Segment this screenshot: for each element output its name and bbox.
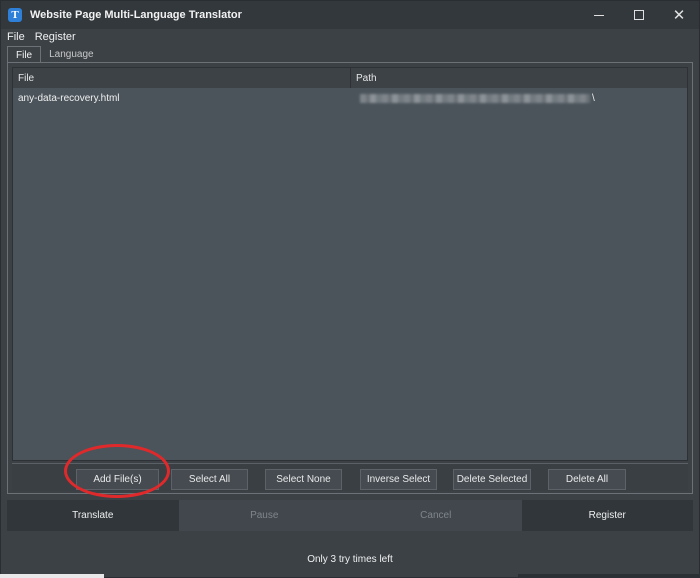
taskbar-fragment-right — [518, 574, 700, 578]
redacted-path — [360, 93, 590, 103]
pause-button[interactable]: Pause — [178, 500, 350, 531]
bottom-control-bar: Translate Pause Cancel Register — [7, 500, 693, 531]
select-none-button[interactable]: Select None — [265, 469, 342, 490]
status-text: Only 3 try times left — [307, 554, 393, 565]
add-files-button[interactable]: Add File(s) — [76, 469, 159, 490]
delete-selected-button[interactable]: Delete Selected — [453, 469, 531, 490]
column-header-path[interactable]: Path — [351, 68, 687, 88]
maximize-button[interactable] — [619, 1, 659, 29]
action-button-row: Add File(s) Select All Select None Inver… — [12, 463, 688, 491]
cancel-button[interactable]: Cancel — [350, 500, 522, 531]
file-tab-panel: File Path any-data-recovery.html \ Add F… — [7, 62, 693, 494]
select-all-button[interactable]: Select All — [171, 469, 248, 490]
menu-file[interactable]: File — [1, 31, 29, 43]
inverse-select-button[interactable]: Inverse Select — [360, 469, 437, 490]
close-icon: ✕ — [672, 6, 686, 24]
register-button[interactable]: Register — [521, 500, 693, 531]
close-button[interactable]: ✕ — [659, 1, 699, 29]
file-name-cell: any-data-recovery.html — [18, 92, 120, 104]
app-logo-icon: T — [8, 8, 22, 22]
tab-bar: File Language — [7, 46, 102, 63]
minimize-icon — [594, 14, 604, 16]
menu-register[interactable]: Register — [29, 31, 80, 43]
menu-bar: File Register — [1, 29, 699, 44]
app-window: T Website Page Multi-Language Translator… — [0, 0, 700, 578]
column-header-file[interactable]: File — [13, 68, 351, 88]
window-title: Website Page Multi-Language Translator — [30, 9, 242, 21]
list-header: File Path — [13, 68, 687, 88]
tab-file[interactable]: File — [7, 46, 42, 63]
maximize-icon — [634, 10, 644, 20]
path-suffix: \ — [592, 92, 595, 104]
minimize-button[interactable] — [579, 1, 619, 29]
tab-language[interactable]: Language — [41, 46, 102, 63]
file-path-cell: \ — [351, 93, 687, 104]
table-row[interactable]: any-data-recovery.html \ — [13, 90, 687, 106]
title-bar[interactable]: T Website Page Multi-Language Translator… — [1, 1, 699, 29]
translate-button[interactable]: Translate — [7, 500, 179, 531]
window-controls: ✕ — [579, 1, 699, 29]
delete-all-button[interactable]: Delete All — [548, 469, 626, 490]
taskbar-fragment-left — [0, 574, 104, 578]
file-list[interactable]: File Path any-data-recovery.html \ — [12, 67, 688, 461]
